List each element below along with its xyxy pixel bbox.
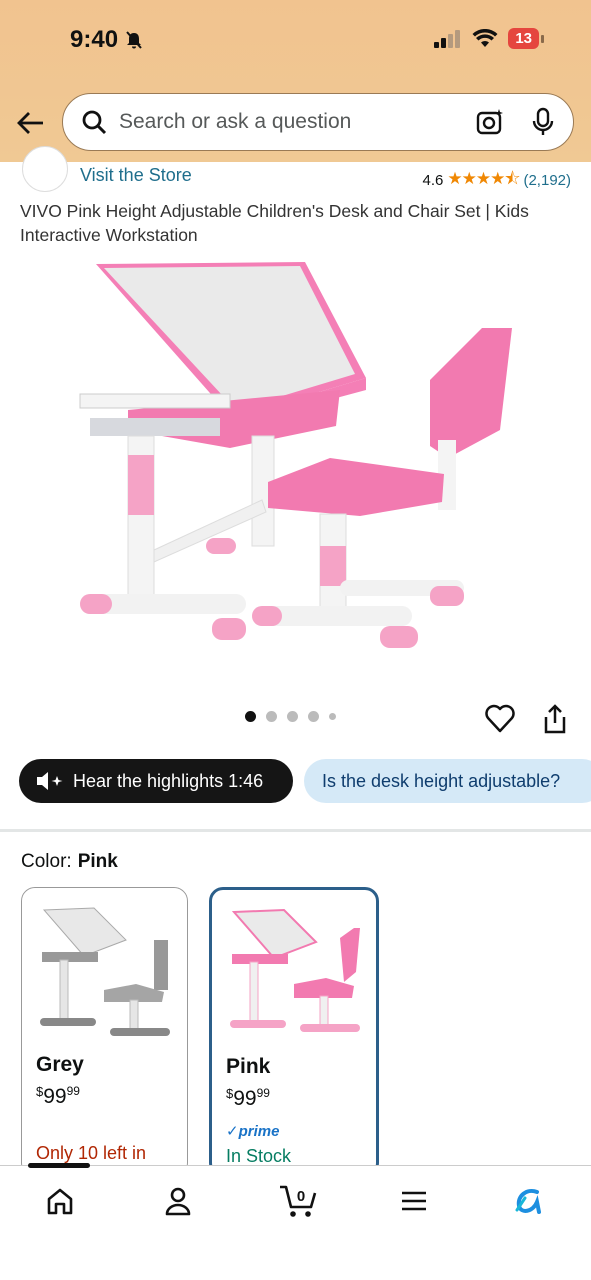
prime-label: prime xyxy=(238,1123,280,1140)
product-image[interactable] xyxy=(0,250,591,690)
store-row: Visit the Store 4.6 ★★★★⯪ (2,192) xyxy=(0,146,591,195)
nav-rufus[interactable] xyxy=(510,1183,550,1219)
gallery-dot[interactable] xyxy=(329,713,336,720)
nav-cart[interactable]: 0 xyxy=(276,1183,320,1219)
rufus-icon xyxy=(515,1189,541,1214)
microphone-icon[interactable] xyxy=(531,107,555,137)
status-time: 9:40 xyxy=(70,26,144,54)
hear-highlights-button[interactable]: Hear the highlights 1:46 xyxy=(19,759,293,803)
selected-color: Pink xyxy=(77,851,118,872)
cart-count: 0 xyxy=(297,1188,305,1205)
product-title: VIVO Pink Height Adjustable Children's D… xyxy=(20,201,529,245)
share-icon[interactable] xyxy=(540,703,570,735)
gallery-pagination[interactable] xyxy=(245,711,336,722)
color-option-pink[interactable]: Pink $9999 ✓prime In Stock xyxy=(209,887,379,1177)
suggested-question-chip[interactable]: Is the desk height adjustable? xyxy=(304,759,591,803)
menu-icon xyxy=(402,1191,426,1211)
color-option-price: $9999 xyxy=(36,1084,80,1109)
price-fraction: 99 xyxy=(66,1084,80,1098)
store-logo[interactable] xyxy=(22,146,68,192)
wifi-icon xyxy=(472,28,498,47)
clock: 9:40 xyxy=(70,26,119,53)
nav-home[interactable] xyxy=(40,1183,80,1219)
silent-bell-icon xyxy=(126,31,142,49)
signal-icon xyxy=(434,29,461,48)
heart-icon[interactable] xyxy=(484,703,516,735)
pink-desk-thumbnail xyxy=(230,908,360,1032)
cart-icon: 0 xyxy=(280,1185,317,1217)
top-header: 9:40 13 Search or ask a question xyxy=(0,0,591,162)
active-tab-indicator xyxy=(28,1163,90,1168)
battery-indicator: 13 xyxy=(508,28,544,49)
price-whole: 99 xyxy=(43,1085,67,1108)
nav-account[interactable] xyxy=(158,1183,198,1219)
rating-count[interactable]: (2,192) xyxy=(523,172,571,189)
grey-desk-thumbnail xyxy=(40,907,170,1036)
color-option-price: $9999 xyxy=(226,1086,270,1111)
section-divider xyxy=(0,829,591,832)
gallery-dot[interactable] xyxy=(287,711,298,722)
gallery-dot[interactable] xyxy=(266,711,277,722)
color-label-text: Color: xyxy=(21,851,72,872)
account-icon xyxy=(165,1187,191,1216)
color-option-name: Pink xyxy=(226,1055,271,1078)
gallery-dot[interactable] xyxy=(308,711,319,722)
search-input[interactable]: Search or ask a question xyxy=(119,110,475,134)
status-indicators: 13 xyxy=(434,28,544,49)
price-fraction: 99 xyxy=(256,1086,270,1100)
back-arrow-icon[interactable] xyxy=(14,106,48,140)
price-whole: 99 xyxy=(233,1087,257,1110)
speaker-sparkle-icon xyxy=(37,772,63,790)
availability-text: In Stock xyxy=(226,1146,292,1166)
color-label: Color: Pink xyxy=(21,851,118,873)
search-icon xyxy=(82,110,107,135)
color-option-grey[interactable]: Grey $9999 Only 10 left in xyxy=(21,887,188,1177)
nav-menu[interactable] xyxy=(394,1183,434,1219)
rating-value: 4.6 xyxy=(422,172,444,189)
availability-text: Only 10 left in xyxy=(36,1143,147,1163)
rating-summary[interactable]: 4.6 ★★★★⯪ (2,192) xyxy=(423,166,571,195)
color-option-name: Grey xyxy=(36,1053,84,1076)
camera-lens-icon[interactable] xyxy=(475,107,505,137)
star-rating-icon: ★★★★⯪ xyxy=(447,169,520,188)
prime-badge: ✓prime xyxy=(226,1123,280,1140)
home-icon xyxy=(47,1188,73,1215)
bottom-nav: 0 xyxy=(0,1163,591,1280)
gallery-dot[interactable] xyxy=(245,711,256,722)
search-bar[interactable]: Search or ask a question xyxy=(62,93,574,151)
suggested-question-label: Is the desk height adjustable? xyxy=(322,770,561,791)
hear-highlights-label: Hear the highlights 1:46 xyxy=(73,770,264,791)
visit-store-link[interactable]: Visit the Store xyxy=(80,165,192,186)
